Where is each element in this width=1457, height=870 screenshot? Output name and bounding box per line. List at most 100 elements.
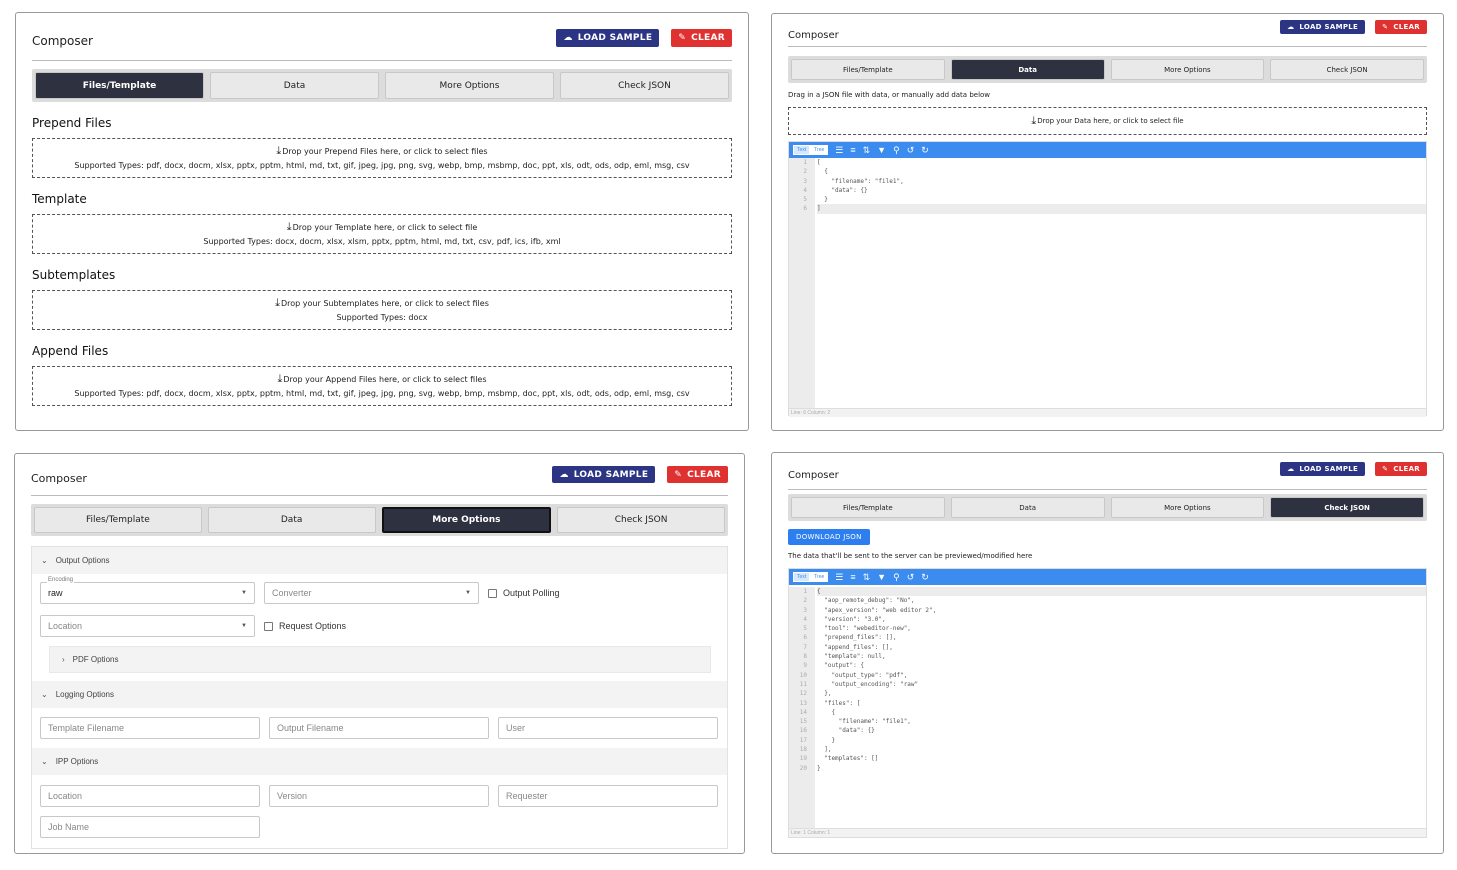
ipp-location-input[interactable]: Location [40, 785, 260, 807]
clear-button[interactable]: ✎ CLEAR [1375, 20, 1427, 34]
ipp-options-accordion[interactable]: ⌄ IPP Options [32, 748, 727, 775]
tab-check-json[interactable]: Check JSON [557, 507, 725, 533]
tab-files-template[interactable]: Files/Template [34, 507, 202, 533]
undo-icon[interactable]: ↺ [907, 572, 915, 583]
check-json-hint: The data that'll be sent to the server c… [788, 552, 1033, 560]
tab-more-options[interactable]: More Options [1110, 59, 1265, 80]
composer-panel-check-json: Composer ☁ LOAD SAMPLE ✎ CLEAR Files/Templ… [771, 452, 1444, 854]
editor-toolbar: Text Tree ☰ ≡ ⇅ ▼ ⚲ ↺ ↻ [789, 142, 1426, 158]
filter-icon[interactable]: ▼ [877, 572, 886, 582]
json-editor[interactable]: Text Tree ☰ ≡ ⇅ ▼ ⚲ ↺ ↻ 1 2 3 4 5 6 [ { "… [788, 141, 1427, 417]
output-filename-input[interactable]: Output Filename [269, 717, 489, 739]
clear-button[interactable]: ✎ CLEAR [671, 28, 732, 47]
editor-mode-switch[interactable]: Text Tree [793, 145, 829, 155]
tab-more-options[interactable]: More Options [1110, 497, 1265, 518]
tab-files-template[interactable]: Files/Template [791, 497, 945, 518]
format-icon[interactable]: ☰ [835, 145, 843, 156]
code-line: "template": null, [817, 653, 886, 661]
tab-more-options[interactable]: More Options [381, 507, 552, 533]
download-icon: ⤓ [277, 372, 283, 385]
template-dropzone[interactable]: ⤓ Drop your Template here, or click to se… [32, 214, 732, 254]
download-icon: ⤓ [1031, 114, 1037, 127]
redo-icon[interactable]: ↻ [921, 145, 929, 156]
user-input[interactable]: User [498, 717, 718, 739]
composer-title: Composer [788, 469, 839, 481]
composer-panel-files: Composer ☁ LOAD SAMPLE ✎ CLEAR Files/Templ… [15, 12, 749, 431]
clear-button[interactable]: ✎ CLEAR [1375, 462, 1427, 476]
search-icon[interactable]: ⚲ [893, 572, 900, 583]
line-number: 1 [803, 588, 807, 595]
download-icon: ⤓ [275, 296, 280, 309]
cloud-upload-icon: ☁ [559, 469, 569, 480]
tab-bar: Files/Template Data More Options Check J… [788, 56, 1427, 83]
tab-data[interactable]: Data [950, 497, 1105, 518]
output-polling-checkbox[interactable]: Output Polling [488, 588, 560, 598]
format-icon[interactable]: ☰ [835, 572, 843, 583]
append-dropzone[interactable]: ⤓ Drop your Append Files here, or click t… [32, 366, 732, 406]
tab-check-json[interactable]: Check JSON [1270, 497, 1424, 518]
broom-icon: ✎ [1382, 23, 1389, 31]
tab-files-template[interactable]: Files/Template [791, 59, 945, 80]
template-filename-input[interactable]: Template Filename [40, 717, 260, 739]
compact-icon[interactable]: ≡ [850, 145, 855, 155]
data-dropzone[interactable]: ⤓ Drop your Data here, or click to select… [788, 107, 1427, 135]
converter-select[interactable]: Converter ▼ [264, 582, 479, 604]
tab-more-options[interactable]: More Options [385, 72, 554, 99]
line-number: 14 [799, 708, 807, 716]
requester-input[interactable]: Requester [498, 785, 718, 807]
editor-toolbar: Text Tree ☰ ≡ ⇅ ▼ ⚲ ↺ ↻ [789, 569, 1426, 585]
editor-mode-switch[interactable]: Text Tree [793, 572, 829, 582]
composer-panel-more-options: Composer ☁ LOAD SAMPLE ✎ CLEAR Files/Templ… [14, 453, 745, 854]
sort-icon[interactable]: ⇅ [863, 145, 871, 156]
options-container: ⌄ Output Options Encoding raw ▼ Converter ▼ … [31, 546, 728, 849]
chevron-right-icon: › [62, 655, 65, 664]
encoding-select[interactable]: Encoding raw ▼ [40, 577, 255, 604]
download-json-button[interactable]: DOWNLOAD JSON [788, 529, 870, 545]
tab-data[interactable]: Data [950, 59, 1105, 80]
editor-code[interactable]: { "aop_remote_debug": "No", "apex_versio… [815, 587, 1426, 828]
composer-header: Composer ☁ LOAD SAMPLE ✎ CLEAR [31, 454, 728, 496]
output-options-accordion[interactable]: ⌄ Output Options [32, 547, 727, 574]
dropdown-caret-icon: ▼ [241, 590, 247, 596]
tab-data[interactable]: Data [207, 507, 376, 533]
undo-icon[interactable]: ↺ [907, 145, 915, 156]
editor-gutter: 1 2 3 4 5 6 7 8 9 10 11 12 13 14 15 16 17 18 19 20 [789, 587, 815, 828]
redo-icon[interactable]: ↻ [921, 572, 929, 583]
composer-header: Composer ☁ LOAD SAMPLE ✎ CLEAR [788, 14, 1427, 47]
section-title-template: Template [32, 192, 87, 206]
line-number: 6 [803, 634, 807, 642]
line-number: 16 [799, 727, 807, 735]
load-sample-button[interactable]: ☁ LOAD SAMPLE [1280, 462, 1366, 476]
json-preview-editor[interactable]: Text Tree ☰ ≡ ⇅ ▼ ⚲ ↺ ↻ 1 2 3 4 5 6 7 8 9 10 11 12 13… [788, 568, 1427, 838]
tab-files-template[interactable]: Files/Template [35, 72, 204, 99]
request-options-checkbox[interactable]: Request Options [264, 621, 346, 631]
section-title-append: Append Files [32, 344, 109, 358]
editor-code[interactable]: [ { "filename": "file1", "data": {} } ] [815, 158, 1426, 408]
version-input[interactable]: Version [269, 785, 489, 807]
load-sample-button[interactable]: ☁ LOAD SAMPLE [556, 28, 660, 47]
job-name-input[interactable]: Job Name [40, 816, 260, 838]
tab-data[interactable]: Data [210, 72, 379, 99]
download-icon: ⤓ [276, 144, 282, 157]
load-sample-button[interactable]: ☁ LOAD SAMPLE [1280, 20, 1366, 34]
code-line: "filename": "file1", [817, 718, 911, 726]
code-line: "aop_remote_debug": "No", [817, 597, 915, 605]
sort-icon[interactable]: ⇅ [863, 572, 871, 583]
load-sample-button[interactable]: ☁ LOAD SAMPLE [552, 466, 656, 483]
search-icon[interactable]: ⚲ [893, 145, 900, 156]
clear-button[interactable]: ✎ CLEAR [667, 466, 728, 483]
tab-check-json[interactable]: Check JSON [560, 72, 729, 99]
line-number: 11 [799, 680, 807, 688]
filter-icon[interactable]: ▼ [877, 145, 886, 155]
cloud-upload-icon: ☁ [1287, 465, 1295, 473]
compact-icon[interactable]: ≡ [850, 572, 855, 582]
subtemplates-dropzone[interactable]: ⤓ Drop your Subtemplates here, or click t… [32, 290, 732, 330]
tab-check-json[interactable]: Check JSON [1270, 59, 1424, 80]
logging-options-accordion[interactable]: ⌄ Logging Options [32, 681, 727, 708]
pdf-options-accordion[interactable]: › PDF Options [49, 646, 711, 673]
line-number: 15 [799, 718, 807, 726]
cloud-upload-icon: ☁ [1287, 23, 1295, 31]
location-select[interactable]: Location ▼ [40, 615, 255, 637]
prepend-dropzone[interactable]: ⤓ Drop your Prepend Files here, or click … [32, 138, 732, 178]
code-line: "apex_version": "web editor 2", [817, 606, 937, 614]
